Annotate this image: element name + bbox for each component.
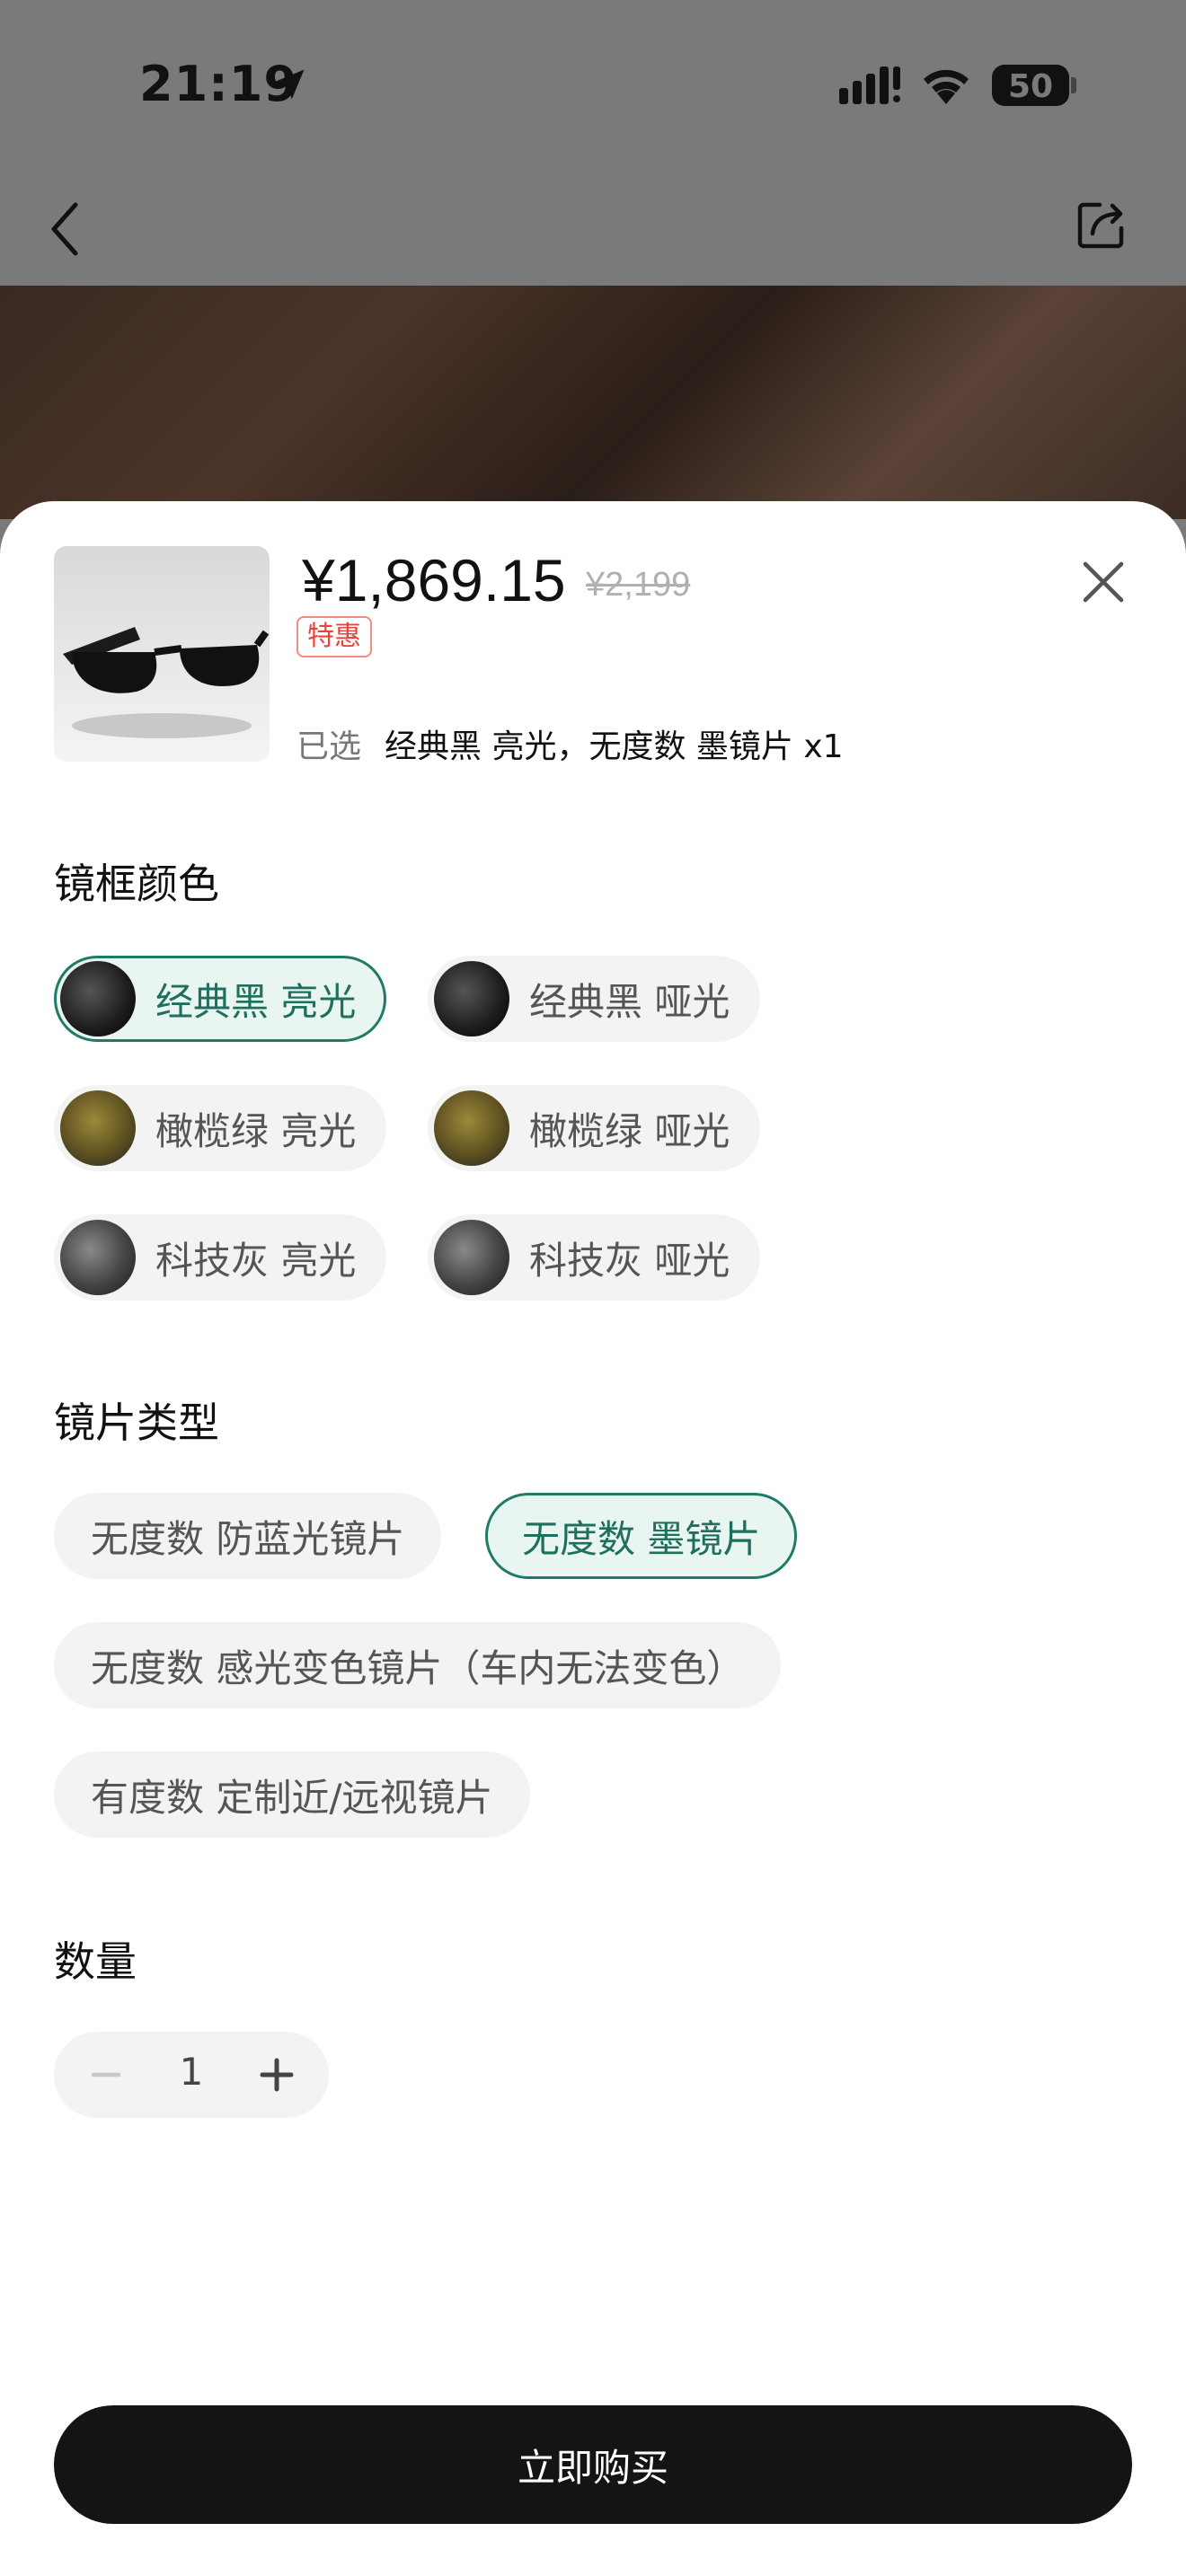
frame-color-label: 经典黑 哑光: [529, 979, 730, 1024]
color-swatch-black: [60, 961, 136, 1037]
battery-cap: [1071, 77, 1076, 93]
frame-color-option[interactable]: 橄榄绿 亮光: [54, 1085, 386, 1171]
frame-color-label: 科技灰 亮光: [155, 1238, 357, 1283]
color-swatch-gray: [434, 1220, 509, 1295]
location-arrow-icon: [274, 69, 305, 100]
sku-selector-sheet: ¥1,869.15 ¥2,199 特惠 已选 经典黑 亮光，无度数 墨镜片 x1…: [0, 501, 1186, 2576]
color-swatch-olive: [434, 1090, 509, 1166]
lens-type-label: 无度数 防蓝光镜片: [91, 1516, 405, 1561]
frame-color-option[interactable]: 橄榄绿 哑光: [428, 1085, 760, 1171]
frame-color-option[interactable]: 经典黑 亮光: [54, 956, 386, 1042]
color-swatch-gray: [60, 1220, 136, 1295]
frame-color-option[interactable]: 经典黑 哑光: [428, 956, 760, 1042]
minus-icon[interactable]: [81, 2050, 131, 2100]
color-swatch-black: [434, 961, 509, 1037]
lens-type-label: 有度数 定制近/远视镜片: [91, 1775, 493, 1820]
lens-type-option[interactable]: 有度数 定制近/远视镜片: [54, 1751, 530, 1838]
nav-bar: [0, 171, 1186, 287]
battery-indicator: 50: [992, 65, 1069, 106]
plus-icon[interactable]: [252, 2050, 302, 2100]
lens-type-option[interactable]: 无度数 墨镜片: [485, 1493, 798, 1579]
close-icon[interactable]: [1078, 557, 1128, 607]
current-price: ¥1,869.15: [302, 547, 566, 613]
battery-level: 50: [1007, 68, 1054, 105]
buy-now-button[interactable]: 立即购买: [54, 2405, 1132, 2524]
selected-label: 已选: [296, 728, 362, 765]
frame-color-title: 镜框颜色: [54, 860, 219, 908]
frame-color-label: 橄榄绿 哑光: [529, 1108, 730, 1153]
frame-color-label: 经典黑 亮光: [155, 979, 357, 1024]
lens-type-label: 无度数 墨镜片: [522, 1516, 761, 1561]
status-bar: 21:19 50: [0, 0, 1186, 171]
lens-type-option[interactable]: 无度数 防蓝光镜片: [54, 1493, 442, 1579]
lens-type-title: 镜片类型: [54, 1398, 219, 1447]
back-chevron-icon[interactable]: [45, 198, 90, 260]
sunglasses-image: [63, 627, 270, 738]
cellular-signal-icon: [839, 66, 900, 104]
lens-type-label: 无度数 感光变色镜片（车内无法变色）: [91, 1645, 745, 1690]
selected-summary: 经典黑 亮光，无度数 墨镜片 x1: [385, 728, 844, 765]
quantity-stepper: 1: [54, 2032, 329, 2118]
product-thumbnail: [54, 546, 270, 762]
frame-color-label: 橄榄绿 亮光: [155, 1108, 357, 1153]
lens-type-option[interactable]: 无度数 感光变色镜片（车内无法变色）: [54, 1622, 782, 1708]
original-price: ¥2,199: [586, 566, 691, 604]
product-hero-image: [0, 286, 1186, 519]
discount-badge: 特惠: [296, 616, 372, 657]
quantity-value[interactable]: 1: [162, 2050, 221, 2094]
color-swatch-olive: [60, 1090, 136, 1166]
frame-color-option[interactable]: 科技灰 哑光: [428, 1214, 760, 1301]
wifi-icon: [924, 69, 969, 104]
share-icon[interactable]: [1075, 198, 1128, 251]
quantity-title: 数量: [54, 1937, 137, 1986]
frame-color-option[interactable]: 科技灰 亮光: [54, 1214, 386, 1301]
frame-color-label: 科技灰 哑光: [529, 1238, 730, 1283]
